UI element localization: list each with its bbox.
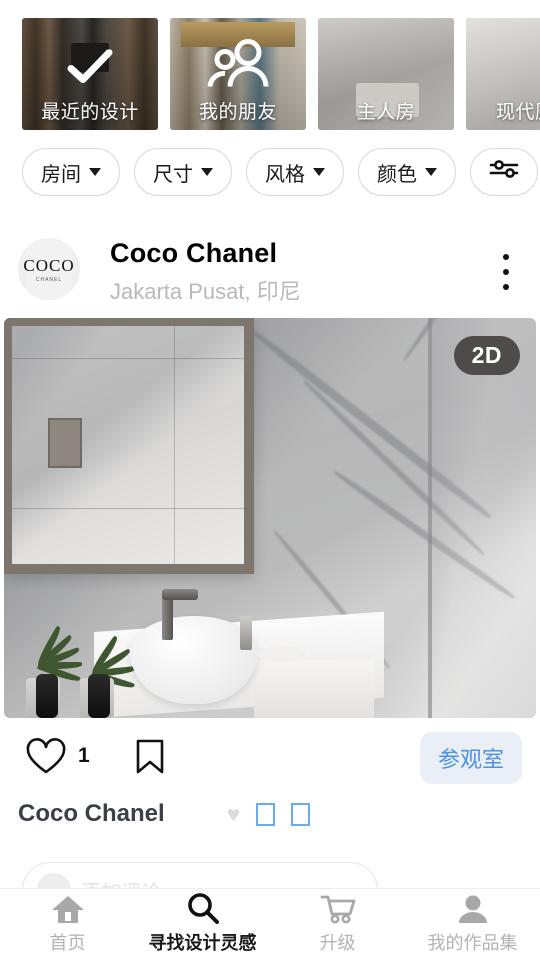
story-label: 现代厨 [496,102,540,123]
person-icon [458,894,488,924]
story-card-friends[interactable]: 我的朋友 [170,18,306,130]
chevron-down-icon [201,168,213,176]
chevron-down-icon [89,168,101,176]
sliders-icon [489,157,519,187]
filter-chip-label: 尺寸 [153,163,193,186]
people-icon [202,39,274,96]
search-icon [186,893,220,924]
mirror-grid-line [12,358,244,359]
chevron-down-icon [425,168,437,176]
dot [503,254,509,260]
wall-niche [48,418,82,468]
story-label: 我的朋友 [198,102,277,123]
avatar-logo-text: COCO [23,255,75,275]
bookmark-button[interactable] [134,738,166,781]
glass-shower-panel [428,318,536,718]
like-button[interactable] [26,738,66,781]
cart-icon [320,894,356,924]
nav-label: 我的作品集 [427,933,518,953]
story-label: 最近的设计 [41,102,139,123]
nav-item-upgrade[interactable]: 升级 [270,894,405,955]
nav-label: 升级 [319,933,356,953]
filter-bar: 房间 尺寸 风格 颜色 [22,148,538,196]
dot [503,269,509,275]
unsupported-glyph-box [291,802,311,826]
nav-item-portfolio[interactable]: 我的作品集 [405,894,540,955]
bottle-dark-right [88,674,110,718]
avatar[interactable]: COCO CHANEL [18,238,80,300]
filter-settings-button[interactable] [470,148,538,196]
filter-chip-label: 颜色 [377,163,417,186]
nav-item-search[interactable]: 寻找设计灵感 [135,893,270,955]
stories-carousel[interactable]: 最近的设计 我的朋友 主人房 现代厨 [0,18,540,130]
post-header: COCO CHANEL Coco Chanel Jakarta Pusat, 印… [0,232,540,310]
caption-title: Coco Chanel [18,800,165,827]
post-location: Jakarta Pusat, 印尼 [110,279,301,304]
story-card-master-bedroom[interactable]: 主人房 [318,18,454,130]
app-root: 最近的设计 我的朋友 主人房 现代厨 房间 [0,0,540,960]
heart-emoji-icon: ♥ [226,800,241,827]
filter-chip-label: 风格 [265,163,305,186]
post-actions: 1 参观室 [0,730,540,788]
mirror-grid-line [12,508,244,509]
filter-chip-size[interactable]: 尺寸 [134,148,232,196]
visit-room-button[interactable]: 参观室 [419,732,522,784]
post-user-name[interactable]: Coco Chanel [110,238,277,269]
filter-chip-color[interactable]: 颜色 [358,148,456,196]
chevron-down-icon [313,168,325,176]
avatar-logo-subtext: CHANEL [35,276,63,283]
nav-item-home[interactable]: 首页 [0,894,135,955]
filter-chip-style[interactable]: 风格 [246,148,344,196]
faucet-spout [162,589,198,600]
filter-chip-room[interactable]: 房间 [22,148,120,196]
mirror-grid-line [174,326,175,564]
nav-label: 寻找设计灵感 [148,933,257,953]
vanity-cabinet [254,660,374,718]
check-icon [67,48,113,90]
story-label: 主人房 [356,102,416,123]
design-image[interactable]: 2D [4,318,536,718]
mirror [4,318,254,574]
more-vertical-icon[interactable] [486,250,526,294]
view-mode-badge[interactable]: 2D [453,336,520,375]
post-caption: Coco Chanel ♥ [18,800,311,828]
dot [503,284,509,290]
nav-label: 首页 [49,933,86,953]
bottom-navigation: 首页 寻找设计灵感 升级 我的作品集 [0,888,540,960]
counter-tray [256,646,306,662]
home-icon [51,894,85,924]
bottle-dark-left [36,674,58,718]
unsupported-glyph-box [256,802,276,826]
filter-chip-label: 房间 [41,163,81,186]
story-card-recent[interactable]: 最近的设计 [22,18,158,130]
soap-dispenser [240,616,252,650]
story-card-modern-kitchen[interactable]: 现代厨 [466,18,540,130]
like-count: 1 [78,744,90,767]
